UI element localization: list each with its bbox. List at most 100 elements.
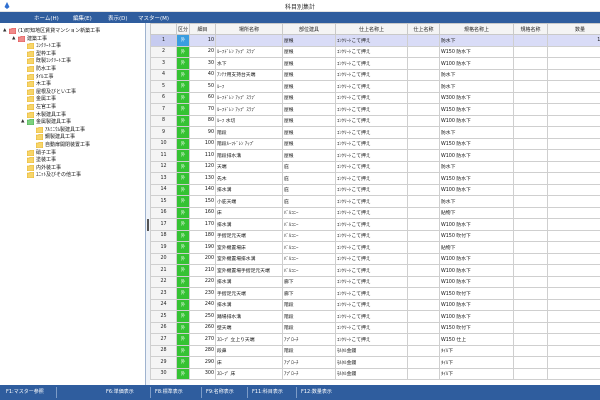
cell-basho[interactable]: 天端	[215, 160, 283, 173]
cell-suryo[interactable]: 6.4	[547, 241, 600, 254]
cell-shiage-ue[interactable]: ｺﾝｸﾘｰﾄこて押え	[335, 321, 408, 334]
cell-saimoku[interactable]: 170	[189, 218, 216, 231]
cell-rownum[interactable]: 24	[150, 298, 177, 311]
cell-suryo[interactable]: 17.1	[547, 356, 600, 369]
cell-shiage-ue[interactable]: ｺﾝｸﾘｰﾄこて押え	[335, 114, 408, 127]
cell-shiage[interactable]	[407, 252, 440, 265]
cell-shiage[interactable]	[407, 160, 440, 173]
cell-kikaku[interactable]	[513, 229, 548, 242]
cell-kubun[interactable]: 外	[176, 367, 190, 380]
menu-master[interactable]: マスター(M)	[138, 14, 169, 22]
table-row[interactable]: 13外130先木庇ｺﾝｸﾘｰﾄこて押え W150 防水下 12.5	[150, 172, 600, 185]
cell-kubun[interactable]: 外	[176, 344, 190, 357]
cell-saimoku[interactable]: 70	[189, 103, 216, 116]
fkey-f11-subject[interactable]: F11:科目表示	[252, 388, 283, 395]
cell-rownum[interactable]: 14	[150, 183, 177, 196]
cell-shiage-ue[interactable]: ﾓﾙﾀﾙ金鏝	[335, 344, 408, 357]
cell-shiage-ue[interactable]: ｺﾝｸﾘｰﾄこて押え	[335, 68, 408, 81]
cell-kikaku-ue[interactable]: W100 防水下	[439, 252, 514, 265]
cell-bui[interactable]: ｱﾌﾟﾛｰﾁ	[282, 333, 336, 346]
cell-shiage-ue[interactable]: ｺﾝｸﾘｰﾄこて押え	[335, 103, 408, 116]
cell-kubun[interactable]: 外	[176, 218, 190, 231]
header-kubun[interactable]: 区分	[176, 23, 190, 35]
cell-kikaku[interactable]	[513, 195, 548, 208]
menu-home[interactable]: ホーム(H)	[34, 14, 59, 22]
cell-saimoku[interactable]: 180	[189, 229, 216, 242]
header-basho[interactable]: 場所名称	[215, 23, 283, 35]
cell-suryo[interactable]: 0.1	[547, 195, 600, 208]
cell-suryo[interactable]: 5.2	[547, 114, 600, 127]
cell-bui[interactable]: 庇	[282, 183, 336, 196]
cell-kikaku[interactable]	[513, 206, 548, 219]
fkey-f9-name[interactable]: F9:名称表示	[206, 388, 234, 395]
table-row[interactable]: 26外260壁天端階段ｺﾝｸﾘｰﾄこて押え W150 吹付下 13.9	[150, 321, 600, 334]
cell-basho[interactable]: 排水溝	[215, 275, 283, 288]
cell-rownum[interactable]: 6	[150, 91, 177, 104]
cell-kubun[interactable]: 外	[176, 80, 190, 93]
cell-basho[interactable]: 小庇天端	[215, 195, 283, 208]
cell-kikaku-ue[interactable]: ﾀｲﾙ下	[439, 344, 514, 357]
cell-suryo[interactable]: 0.9	[547, 264, 600, 277]
cell-suryo[interactable]: 0.3	[547, 68, 600, 81]
cell-shiage-ue[interactable]: ｺﾝｸﾘｰﾄこて押え	[335, 149, 408, 162]
table-row[interactable]: 5外50ﾙｰﾌ屋根ｺﾝｸﾘｰﾄこて押え 防水下 23.4	[150, 80, 600, 93]
cell-kubun[interactable]: 外	[176, 298, 190, 311]
cell-kubun[interactable]: 外	[176, 57, 190, 70]
cell-kikaku-ue[interactable]: 防水下	[439, 68, 514, 81]
cell-suryo[interactable]: 15.4	[547, 126, 600, 139]
cell-kikaku-ue[interactable]: 防水下	[439, 126, 514, 139]
cell-kubun[interactable]: 外	[176, 333, 190, 346]
cell-rownum[interactable]: 4	[150, 68, 177, 81]
cell-shiage[interactable]	[407, 114, 440, 127]
cell-bui[interactable]: 屋根	[282, 103, 336, 116]
cell-kikaku-ue[interactable]: ﾀｲﾙ下	[439, 367, 514, 380]
table-row[interactable]: 11外110階段排水溝屋根ｺﾝｸﾘｰﾄこて押え W100 防水下 2.4	[150, 149, 600, 162]
cell-shiage-ue[interactable]: ｺﾝｸﾘｰﾄこて押え	[335, 172, 408, 185]
cell-kikaku-ue[interactable]: W100 防水下	[439, 275, 514, 288]
cell-kikaku-ue[interactable]: W150 仕上	[439, 333, 514, 346]
cell-kikaku-ue[interactable]: W150 吹付下	[439, 229, 514, 242]
cell-shiage[interactable]	[407, 57, 440, 70]
cell-saimoku[interactable]: 40	[189, 68, 216, 81]
cell-suryo[interactable]: 6.9	[547, 91, 600, 104]
cell-shiage-ue[interactable]: ｺﾝｸﾘｰﾄこて押え	[335, 310, 408, 323]
cell-kikaku-ue[interactable]: W150 吹付下	[439, 287, 514, 300]
cell-rownum[interactable]: 16	[150, 206, 177, 219]
table-row[interactable]: 22外220排水溝廊下ｺﾝｸﾘｰﾄこて押え W100 防水下 5.1	[150, 275, 600, 288]
cell-suryo[interactable]: 12.3	[547, 160, 600, 173]
cell-shiage[interactable]	[407, 137, 440, 150]
cell-kikaku[interactable]	[513, 34, 548, 47]
cell-saimoku[interactable]: 200	[189, 252, 216, 265]
cell-kikaku[interactable]	[513, 275, 548, 288]
cell-kubun[interactable]: 外	[176, 172, 190, 185]
table-row[interactable]: 27 外 270 ｽﾛｰﾌﾟ 立上り天端 ｱﾌﾟﾛｰﾁ ｺﾝｸﾘｰﾄこて押え W150 仕上…	[150, 333, 600, 346]
cell-shiage-ue[interactable]: ｺﾝｸﾘｰﾄこて押え	[335, 91, 408, 104]
cell-kikaku[interactable]	[513, 91, 548, 104]
cell-suryo[interactable]: 12.7	[547, 183, 600, 196]
cell-bui[interactable]: 屋根	[282, 57, 336, 70]
cell-shiage[interactable]	[407, 321, 440, 334]
cell-saimoku[interactable]: 140	[189, 183, 216, 196]
cell-kikaku[interactable]	[513, 241, 548, 254]
cell-shiage-ue[interactable]: ｺﾝｸﾘｰﾄこて押え	[335, 45, 408, 58]
cell-shiage-ue[interactable]: ｺﾝｸﾘｰﾄこて押え	[335, 298, 408, 311]
cell-kikaku[interactable]	[513, 367, 548, 380]
cell-suryo[interactable]: 124.0	[547, 34, 600, 47]
cell-basho[interactable]: 室外機置場床	[215, 241, 283, 254]
cell-kikaku[interactable]	[513, 126, 548, 139]
cell-bui[interactable]: 屋根	[282, 68, 336, 81]
cell-shiage[interactable]	[407, 333, 440, 346]
cell-saimoku[interactable]: 20	[189, 45, 216, 58]
cell-basho[interactable]: ｽﾛｰﾌﾟ 床	[215, 367, 283, 380]
cell-kikaku-ue[interactable]: W300 防水下	[439, 91, 514, 104]
cell-saimoku[interactable]: 100	[189, 137, 216, 150]
fkey-f1-master[interactable]: F1:マスター参照	[6, 388, 44, 395]
table-row[interactable]: 12外120天端庇ｺﾝｸﾘｰﾄこて押え 防水下 12.3	[150, 160, 600, 173]
cell-suryo[interactable]: 6.1	[547, 310, 600, 323]
cell-bui[interactable]: ﾊﾞﾙｺﾆｰ	[282, 252, 336, 265]
cell-kikaku-ue[interactable]: 防水下	[439, 195, 514, 208]
cell-saimoku[interactable]: 120	[189, 160, 216, 173]
cell-rownum[interactable]: 5	[150, 80, 177, 93]
cell-suryo[interactable]: 8.0	[547, 287, 600, 300]
cell-kikaku[interactable]	[513, 68, 548, 81]
